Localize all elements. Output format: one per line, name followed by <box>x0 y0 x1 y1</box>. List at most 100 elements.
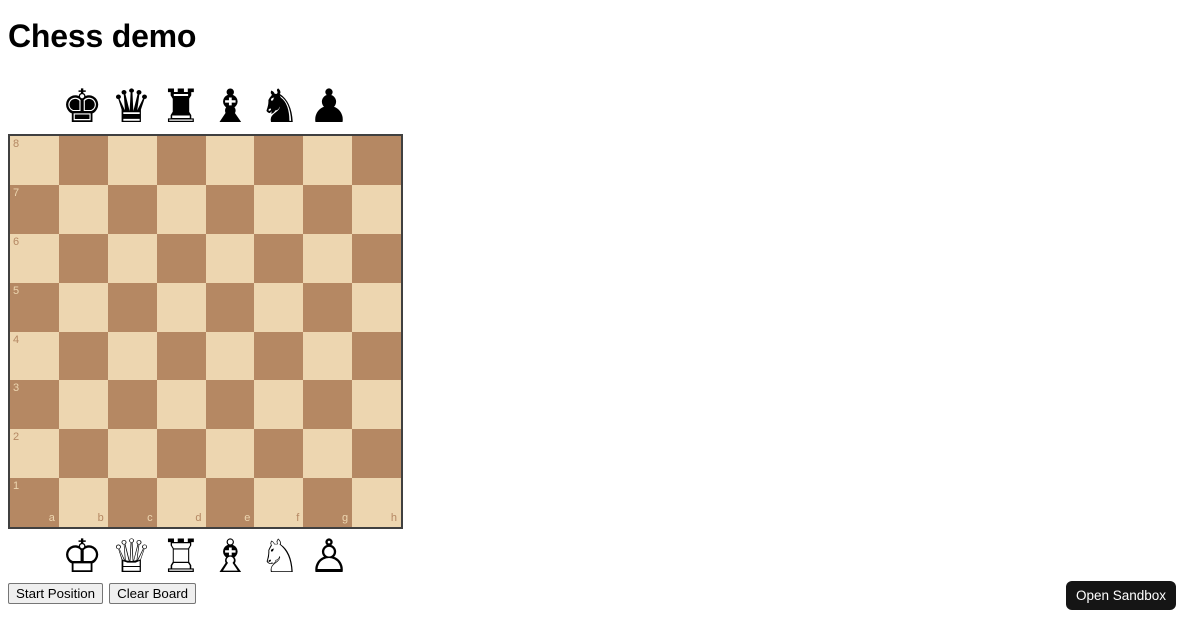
board-square-a4[interactable]: 4 <box>10 331 59 381</box>
board-square-g3[interactable] <box>303 380 353 430</box>
board-square-f6[interactable] <box>254 233 304 283</box>
board-square-h4[interactable] <box>352 331 401 381</box>
board-square-g2[interactable] <box>303 429 353 479</box>
board-square-c1[interactable]: c <box>107 478 157 527</box>
start-position-button[interactable]: Start Position <box>8 583 104 604</box>
board-square-f7[interactable] <box>254 184 304 234</box>
spare-slot-empty <box>8 532 57 580</box>
clear-board-button[interactable]: Clear Board <box>109 583 197 604</box>
board-square-c5[interactable] <box>107 282 157 332</box>
black-bishop-icon: ♝ <box>209 79 251 133</box>
open-sandbox-button[interactable]: Open Sandbox <box>1066 581 1176 610</box>
board-square-a2[interactable]: 2 <box>10 429 59 479</box>
spare-piece-white-king[interactable]: ♔ <box>57 532 106 580</box>
spare-piece-white-rook[interactable]: ♖ <box>156 532 205 580</box>
board-square-h2[interactable] <box>352 429 401 479</box>
spare-piece-black-knight[interactable]: ♞ <box>255 82 304 130</box>
board-square-e8[interactable] <box>205 136 255 185</box>
board-square-b6[interactable] <box>58 233 108 283</box>
board-square-a8[interactable]: 8 <box>10 136 59 185</box>
board-square-d7[interactable] <box>156 184 206 234</box>
board-square-c2[interactable] <box>107 429 157 479</box>
board-square-f5[interactable] <box>254 282 304 332</box>
board-square-h1[interactable]: h <box>352 478 401 527</box>
board-square-a7[interactable]: 7 <box>10 184 59 234</box>
open-sandbox-label: Open Sandbox <box>1075 588 1167 603</box>
board-controls: Start Position Clear Board <box>8 583 197 604</box>
rank-label-6: 6 <box>13 235 20 248</box>
board-square-g7[interactable] <box>303 184 353 234</box>
board-square-d8[interactable] <box>156 136 206 185</box>
board-square-c8[interactable] <box>107 136 157 185</box>
board-square-a1[interactable]: 1a <box>10 478 59 527</box>
board-square-d5[interactable] <box>156 282 206 332</box>
board-square-f8[interactable] <box>254 136 304 185</box>
board-square-c6[interactable] <box>107 233 157 283</box>
board-square-b8[interactable] <box>58 136 108 185</box>
spare-piece-black-bishop[interactable]: ♝ <box>206 82 255 130</box>
board-square-g8[interactable] <box>303 136 353 185</box>
board-square-h5[interactable] <box>352 282 401 332</box>
board-square-e1[interactable]: e <box>205 478 255 527</box>
board-square-e4[interactable] <box>205 331 255 381</box>
spare-piece-black-queen[interactable]: ♛ <box>107 82 156 130</box>
board-square-g4[interactable] <box>303 331 353 381</box>
white-bishop-icon: ♗ <box>209 529 251 583</box>
board-square-b3[interactable] <box>58 380 108 430</box>
board-square-e6[interactable] <box>205 233 255 283</box>
file-label-a: a <box>48 512 55 524</box>
board-square-b7[interactable] <box>58 184 108 234</box>
board-square-b2[interactable] <box>58 429 108 479</box>
spare-piece-black-rook[interactable]: ♜ <box>156 82 205 130</box>
rank-label-5: 5 <box>13 284 20 297</box>
board-square-d1[interactable]: d <box>156 478 206 527</box>
board-square-f1[interactable]: f <box>254 478 304 527</box>
spare-piece-black-king[interactable]: ♚ <box>57 82 106 130</box>
chessboard[interactable]: 87654321abcdefgh <box>8 134 403 529</box>
board-square-h7[interactable] <box>352 184 401 234</box>
white-rook-icon: ♖ <box>160 529 202 583</box>
spare-piece-black-pawn[interactable]: ♟ <box>304 82 353 130</box>
board-square-a3[interactable]: 3 <box>10 380 59 430</box>
board-square-a6[interactable]: 6 <box>10 233 59 283</box>
board-square-d3[interactable] <box>156 380 206 430</box>
board-square-g1[interactable]: g <box>303 478 353 527</box>
rank-label-3: 3 <box>13 382 20 395</box>
board-square-d6[interactable] <box>156 233 206 283</box>
white-knight-icon: ♘ <box>259 529 301 583</box>
board-square-a5[interactable]: 5 <box>10 282 59 332</box>
rank-label-1: 1 <box>13 480 20 493</box>
file-label-h: h <box>390 512 397 524</box>
board-square-g6[interactable] <box>303 233 353 283</box>
spare-piece-white-pawn[interactable]: ♙ <box>304 532 353 580</box>
page-root: Chess demo ♚ ♛ ♜ ♝ ♞ ♟ 87654321abcdefgh … <box>0 0 1200 630</box>
white-spare-pieces-row: ♔ ♕ ♖ ♗ ♘ ♙ <box>8 532 403 580</box>
board-square-h6[interactable] <box>352 233 401 283</box>
board-square-b4[interactable] <box>58 331 108 381</box>
board-square-b5[interactable] <box>58 282 108 332</box>
spare-slot-empty <box>8 82 57 130</box>
board-square-c3[interactable] <box>107 380 157 430</box>
spare-piece-white-knight[interactable]: ♘ <box>255 532 304 580</box>
board-square-f4[interactable] <box>254 331 304 381</box>
board-square-f2[interactable] <box>254 429 304 479</box>
white-queen-icon: ♕ <box>110 529 153 583</box>
board-square-e3[interactable] <box>205 380 255 430</box>
board-square-d4[interactable] <box>156 331 206 381</box>
chessboard-grid[interactable]: 87654321abcdefgh <box>10 136 401 527</box>
board-square-e5[interactable] <box>205 282 255 332</box>
board-square-e2[interactable] <box>205 429 255 479</box>
board-square-g5[interactable] <box>303 282 353 332</box>
board-square-b1[interactable]: b <box>58 478 108 527</box>
file-label-e: e <box>244 512 251 524</box>
spare-piece-white-queen[interactable]: ♕ <box>107 532 156 580</box>
board-square-h3[interactable] <box>352 380 401 430</box>
board-square-e7[interactable] <box>205 184 255 234</box>
board-square-c4[interactable] <box>107 331 157 381</box>
spare-piece-white-bishop[interactable]: ♗ <box>206 532 255 580</box>
board-square-c7[interactable] <box>107 184 157 234</box>
board-square-f3[interactable] <box>254 380 304 430</box>
board-square-h8[interactable] <box>352 136 401 185</box>
black-king-icon: ♚ <box>61 79 103 133</box>
board-square-d2[interactable] <box>156 429 206 479</box>
